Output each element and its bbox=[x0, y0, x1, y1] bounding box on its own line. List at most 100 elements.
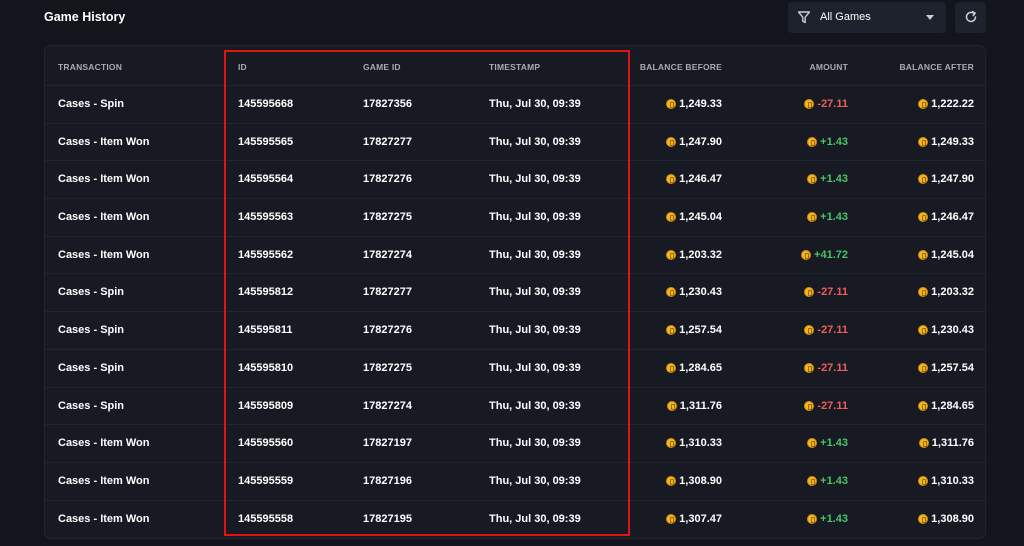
game-history-table: TRANSACTION ID GAME ID TIMESTAMP BALANCE… bbox=[44, 45, 986, 539]
column-header-amount: AMOUNT bbox=[809, 62, 848, 72]
cell-amount: -27.11 bbox=[804, 324, 848, 336]
balance-after-value: 1,249.33 bbox=[931, 135, 974, 148]
cell-amount: -27.11 bbox=[804, 400, 848, 412]
coin-icon bbox=[918, 362, 929, 373]
amount-value: -27.11 bbox=[817, 324, 848, 337]
cell-id: 145595563 bbox=[238, 211, 294, 224]
balance-after-value: 1,230.43 bbox=[931, 324, 974, 337]
table-row: Cases - Item Won 145595560 17827197 Thu, Ju… bbox=[45, 425, 985, 463]
cell-amount: +1.43 bbox=[807, 475, 848, 487]
cell-game-id: 17827275 bbox=[363, 361, 412, 374]
cell-timestamp: Thu, Jul 30, 09:39 bbox=[489, 211, 581, 224]
table-row: Cases - Item Won 145595559 17827196 Thu, Ju… bbox=[45, 463, 985, 501]
cell-timestamp: Thu, Jul 30, 09:39 bbox=[489, 474, 581, 487]
balance-after-value: 1,247.90 bbox=[931, 173, 974, 186]
coin-icon bbox=[918, 212, 929, 223]
amount-value: +1.43 bbox=[820, 173, 848, 186]
cell-amount: +1.43 bbox=[807, 437, 848, 449]
cell-transaction: Cases - Item Won bbox=[58, 437, 150, 450]
amount-value: -27.11 bbox=[817, 98, 848, 110]
coin-icon bbox=[666, 212, 677, 223]
game-filter-value: All Games bbox=[820, 11, 871, 23]
cell-game-id: 17827196 bbox=[363, 474, 412, 487]
cell-balance-before: 1,307.47 bbox=[666, 513, 722, 525]
balance-after-value: 1,308.90 bbox=[931, 512, 974, 525]
balance-before-value: 1,245.04 bbox=[679, 211, 722, 224]
table-row: Cases - Spin 145595668 17827356 Thu, Jul 30… bbox=[45, 86, 985, 124]
cell-balance-before: 1,310.33 bbox=[666, 437, 722, 449]
balance-after-value: 1,257.54 bbox=[931, 361, 974, 374]
balance-before-value: 1,247.90 bbox=[679, 135, 722, 148]
game-filter-select[interactable]: All Games bbox=[788, 2, 946, 33]
cell-game-id: 17827277 bbox=[363, 286, 412, 299]
refresh-button[interactable] bbox=[955, 2, 986, 33]
coin-icon bbox=[807, 475, 818, 486]
cell-amount: +41.72 bbox=[801, 249, 848, 261]
cell-timestamp: Thu, Jul 30, 09:39 bbox=[489, 173, 581, 186]
cell-timestamp: Thu, Jul 30, 09:39 bbox=[489, 248, 581, 261]
cell-balance-before: 1,246.47 bbox=[666, 173, 722, 185]
cell-transaction: Cases - Item Won bbox=[58, 211, 150, 224]
cell-id: 145595564 bbox=[238, 173, 294, 186]
cell-amount: -27.11 bbox=[804, 362, 848, 374]
coin-icon bbox=[807, 136, 818, 147]
cell-game-id: 17827275 bbox=[363, 211, 412, 224]
cell-balance-before: 1,245.04 bbox=[666, 211, 722, 223]
cell-timestamp: Thu, Jul 30, 09:39 bbox=[489, 361, 581, 374]
cell-timestamp: Thu, Jul 30, 09:39 bbox=[489, 324, 581, 337]
column-header-balance-before: BALANCE BEFORE bbox=[639, 62, 722, 72]
amount-value: -27.11 bbox=[817, 286, 848, 299]
coin-icon bbox=[918, 325, 929, 336]
table-row: Cases - Spin 145595812 17827277 Thu, Jul 30… bbox=[45, 274, 985, 313]
table-row: Cases - Item Won 145595562 17827274 Thu, Ju… bbox=[45, 237, 985, 275]
coin-icon bbox=[666, 400, 677, 411]
coin-icon bbox=[918, 475, 929, 486]
cell-game-id: 17827277 bbox=[363, 135, 412, 148]
cell-game-id: 17827197 bbox=[363, 437, 412, 450]
balance-before-value: 1,308.90 bbox=[679, 474, 722, 487]
cell-game-id: 17827356 bbox=[363, 98, 412, 110]
table-header: TRANSACTION ID GAME ID TIMESTAMP BALANCE… bbox=[45, 46, 985, 86]
cell-balance-after: 1,311.76 bbox=[918, 437, 974, 449]
balance-after-value: 1,222.22 bbox=[931, 98, 974, 110]
cell-game-id: 17827274 bbox=[363, 399, 412, 412]
amount-value: +1.43 bbox=[820, 211, 848, 224]
cell-transaction: Cases - Item Won bbox=[58, 474, 150, 487]
balance-before-value: 1,310.33 bbox=[679, 437, 722, 450]
cell-id: 145595560 bbox=[238, 437, 294, 450]
cell-balance-after: 1,222.22 bbox=[918, 98, 974, 110]
cell-game-id: 17827276 bbox=[363, 173, 412, 186]
cell-timestamp: Thu, Jul 30, 09:39 bbox=[489, 98, 581, 110]
cell-transaction: Cases - Spin bbox=[58, 324, 125, 337]
cell-balance-before: 1,249.33 bbox=[666, 98, 722, 110]
cell-balance-after: 1,245.04 bbox=[918, 249, 974, 261]
amount-value: +1.43 bbox=[820, 512, 848, 525]
cell-transaction: Cases - Spin bbox=[58, 286, 125, 299]
cell-id: 145595810 bbox=[238, 361, 294, 374]
balance-after-value: 1,246.47 bbox=[931, 211, 974, 224]
coin-icon bbox=[804, 287, 815, 298]
cell-amount: +1.43 bbox=[807, 173, 848, 185]
coin-icon bbox=[807, 174, 818, 185]
cell-balance-before: 1,284.65 bbox=[666, 362, 722, 374]
amount-value: +1.43 bbox=[820, 474, 848, 487]
table-row: Cases - Spin 145595810 17827275 Thu, Jul 30… bbox=[45, 350, 985, 388]
cell-balance-before: 1,203.32 bbox=[666, 249, 722, 261]
coin-icon bbox=[918, 287, 929, 298]
cell-balance-before: 1,247.90 bbox=[666, 136, 722, 148]
refresh-icon bbox=[965, 10, 977, 23]
coin-icon bbox=[804, 400, 815, 411]
coin-icon bbox=[666, 287, 677, 298]
table-row: Cases - Item Won 145595563 17827275 Thu, Ju… bbox=[45, 199, 985, 237]
balance-before-value: 1,203.32 bbox=[679, 248, 722, 261]
cell-timestamp: Thu, Jul 30, 09:39 bbox=[489, 512, 581, 525]
coin-icon bbox=[666, 136, 677, 147]
page-header: Game History All Games bbox=[44, 0, 986, 46]
coin-icon bbox=[918, 249, 929, 260]
cell-amount: +1.43 bbox=[807, 513, 848, 525]
coin-icon bbox=[666, 438, 677, 449]
table-row: Cases - Spin 145595811 17827276 Thu, Jul 30… bbox=[45, 312, 985, 350]
cell-balance-after: 1,284.65 bbox=[918, 400, 974, 412]
column-header-balance-after: BALANCE AFTER bbox=[899, 62, 974, 72]
cell-id: 145595558 bbox=[238, 512, 294, 525]
